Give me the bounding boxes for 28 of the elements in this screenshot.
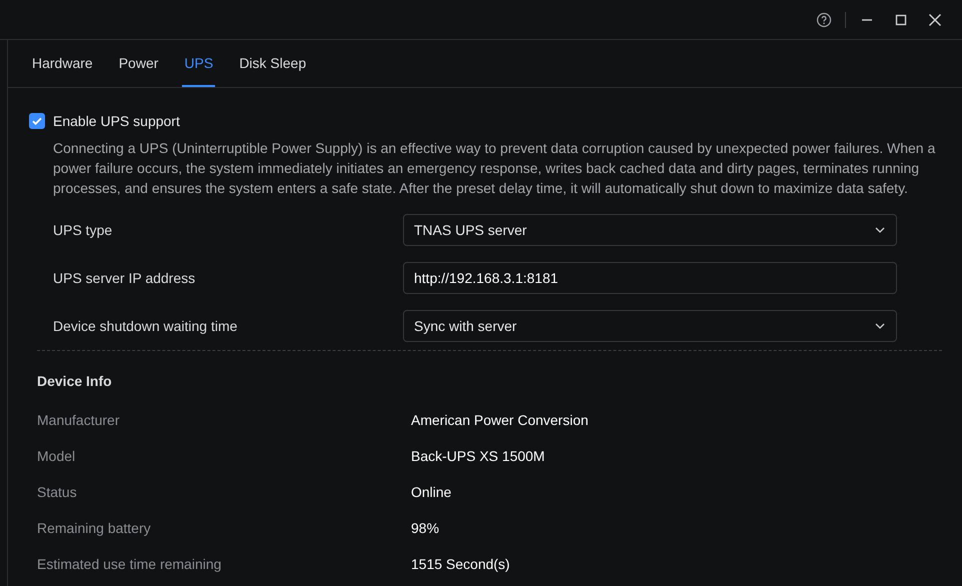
info-value: 1515 Second(s) (411, 554, 510, 574)
minimize-icon (862, 18, 872, 20)
field-label: Device shutdown waiting time (53, 316, 238, 336)
field-label: UPS type (53, 220, 114, 240)
close-icon (927, 12, 943, 28)
tab[interactable]: Disk Sleep (237, 40, 308, 87)
tab[interactable]: Power (116, 40, 160, 87)
help-icon (816, 12, 832, 28)
info-value: Back-UPS XS 1500M (411, 446, 545, 466)
description-text: Connecting a UPS (Uninterruptible Power Supply) is an effective way to prevent data corruption caused by unexpected power failures. When a power failure occurs, the system immediately initiates an emergency response, writes back cached data and dirty pages, terminates running processes, and ensures the system enters a safe state. After the preset delay time, it will automatically shut down to maximize data safety. (53, 139, 936, 198)
field-label: UPS server IP address (53, 268, 196, 288)
checkbox-label: Enable UPS support (53, 112, 180, 131)
input-field[interactable]: http://192.168.3.1:8181 (403, 262, 897, 294)
info-label: Remaining battery (37, 518, 152, 538)
section-title: Device Info (37, 372, 113, 391)
info-label: Status (37, 482, 78, 502)
info-value: American Power Conversion (411, 410, 588, 430)
dropdown[interactable]: Sync with server (403, 310, 897, 342)
tab[interactable]: UPS (182, 40, 216, 87)
tab[interactable]: Hardware (30, 40, 95, 87)
checkbox[interactable] (29, 113, 45, 129)
info-value: 98% (411, 518, 440, 538)
info-value: Online (411, 482, 452, 502)
dropdown[interactable]: TNAS UPS server (403, 214, 897, 246)
checkmark-icon (31, 115, 43, 127)
info-label: Manufacturer (37, 410, 120, 430)
info-label: Estimated use time remaining (37, 554, 222, 574)
info-label: Model (37, 446, 76, 466)
